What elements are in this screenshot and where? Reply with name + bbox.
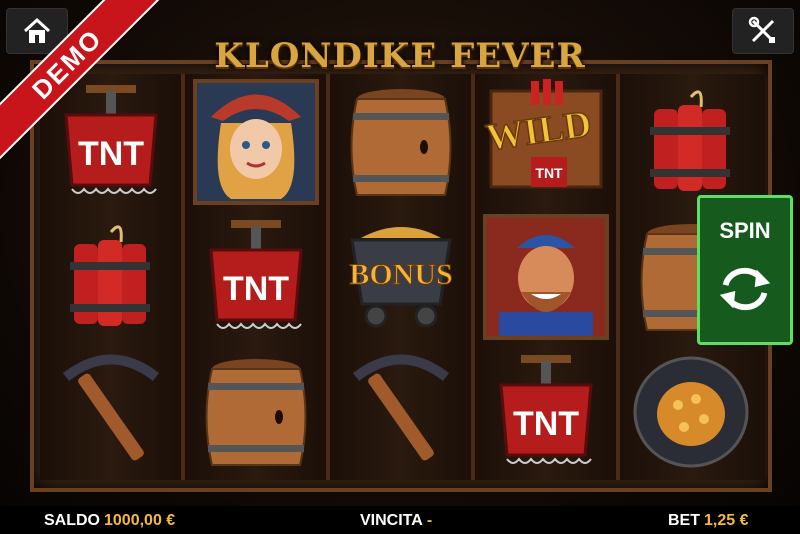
pickaxe-icon — [352, 354, 449, 460]
refresh-icon — [719, 267, 771, 311]
reels-area[interactable]: TNT TNT BONUS WILD TNT TNT — [40, 74, 766, 480]
spin-button[interactable]: SPIN — [697, 195, 793, 345]
win-value: - — [426, 512, 433, 529]
tools-icon — [748, 16, 775, 43]
tnt-plunger-icon: TNT — [498, 354, 593, 464]
symbol-pickaxe — [330, 344, 471, 479]
symbol-tnt-plunger: TNT — [185, 209, 326, 344]
reel-4: WILD TNT TNT — [475, 74, 620, 480]
dynamite-icon — [69, 224, 150, 326]
svg-text:TNT: TNT — [77, 135, 143, 173]
gold-pan-icon — [633, 356, 748, 467]
reel-1: TNT — [40, 74, 185, 480]
bet-display[interactable]: BET 1,25 € — [668, 512, 748, 530]
symbol-dynamite — [620, 74, 761, 209]
woman-icon — [192, 78, 319, 205]
svg-text:TNT: TNT — [512, 405, 578, 443]
barrel-icon — [205, 358, 306, 466]
symbol-bonus-cart: BONUS — [330, 209, 471, 344]
symbol-barrel — [185, 344, 326, 479]
symbol-barrel — [330, 74, 471, 209]
miner-icon — [482, 213, 609, 340]
symbol-dynamite — [40, 209, 181, 344]
status-bar: SALDO 1000,00 € VINCITA - BET 1,25 € — [0, 506, 800, 534]
spin-label: SPIN — [719, 218, 771, 243]
balance-value: 1000,00 € — [104, 512, 176, 529]
dynamite-icon — [649, 89, 730, 191]
svg-text:TNT: TNT — [535, 165, 563, 181]
wild-icon: WILD TNT — [482, 78, 602, 188]
symbol-wild: WILD TNT — [475, 74, 616, 209]
symbol-pickaxe — [40, 344, 181, 479]
symbol-woman — [185, 74, 326, 209]
pickaxe-icon — [62, 354, 159, 460]
bonus-cart-icon: BONUS — [348, 226, 453, 327]
settings-button[interactable] — [732, 8, 794, 54]
barrel-icon — [350, 88, 451, 196]
svg-text:TNT: TNT — [222, 270, 288, 308]
win-label: VINCITA — [360, 512, 423, 529]
home-icon — [23, 17, 51, 43]
game-title: KLONDIKE FEVER — [214, 36, 586, 76]
svg-text:BONUS: BONUS — [349, 258, 452, 291]
symbol-miner — [475, 209, 616, 344]
game-stage: TNT TNT BONUS WILD TNT TNT KLONDIKE FEVE… — [0, 0, 800, 534]
bet-value: 1,25 € — [704, 512, 749, 529]
bet-label: BET — [668, 512, 700, 529]
reel-3: BONUS — [330, 74, 475, 480]
tnt-plunger-icon: TNT — [208, 219, 303, 329]
balance-label: SALDO — [44, 512, 100, 529]
symbol-gold-pan — [620, 344, 761, 479]
symbol-tnt-plunger: TNT — [475, 344, 616, 479]
tnt-plunger-icon: TNT — [63, 84, 158, 194]
reel-2: TNT — [185, 74, 330, 480]
win-display: VINCITA - — [360, 512, 432, 530]
balance-display: SALDO 1000,00 € — [44, 512, 175, 530]
